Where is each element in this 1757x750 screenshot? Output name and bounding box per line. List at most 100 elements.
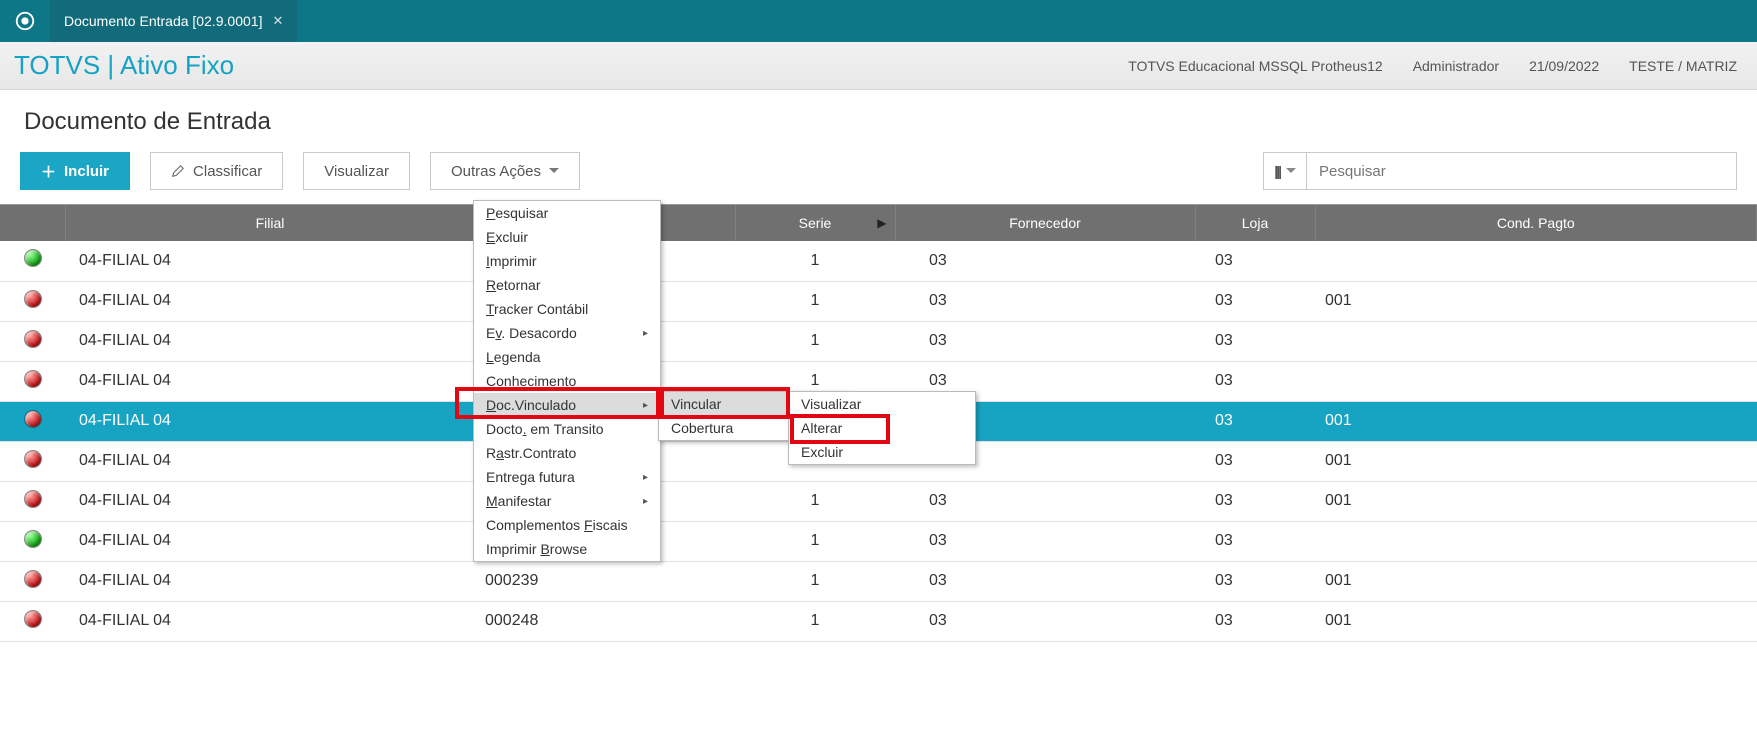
- menu-item[interactable]: Doc.Vinculado▸: [474, 393, 660, 417]
- cell-serie: 1: [735, 601, 895, 641]
- visualizar-button[interactable]: Visualizar: [303, 152, 410, 190]
- incluir-button[interactable]: ＋ Incluir: [20, 152, 130, 190]
- menu-item-label: Excluir: [486, 229, 528, 245]
- branch-label: TESTE / MATRIZ: [1623, 58, 1743, 74]
- cell-filial: 04-FILIAL 04: [65, 601, 475, 641]
- cell-filial: 04-FILIAL 04: [65, 561, 475, 601]
- cell-serie: 1: [735, 321, 895, 361]
- menu-item-label: Legenda: [486, 349, 541, 365]
- cell-loja: 03: [1195, 561, 1315, 601]
- col-serie[interactable]: Serie▶: [735, 205, 895, 241]
- toolbar: ＋ Incluir Classificar Visualizar Outras …: [0, 146, 1757, 204]
- table-row[interactable]: 04-FILIAL 0410303: [0, 321, 1757, 361]
- menu-item-label: Imprimir: [486, 253, 537, 269]
- status-dot-icon: [24, 490, 42, 508]
- col-loja[interactable]: Loja: [1195, 205, 1315, 241]
- menu-item[interactable]: Docto. em Transito: [474, 417, 660, 441]
- columns-icon: |||: [1274, 163, 1280, 179]
- menu-item-label: Excluir: [801, 444, 843, 460]
- sort-indicator-icon: ▶: [877, 216, 886, 230]
- col-fornecedor[interactable]: Fornecedor: [895, 205, 1195, 241]
- menu-item[interactable]: Rastr.Contrato: [474, 441, 660, 465]
- table-row[interactable]: 04-FILIAL 0410303001: [0, 481, 1757, 521]
- menu-item[interactable]: Pesquisar: [474, 201, 660, 225]
- cell-loja: 03: [1195, 281, 1315, 321]
- table-row[interactable]: 04-FILIAL 0410303: [0, 241, 1757, 281]
- table-row[interactable]: 04-FILIAL 0410303: [0, 521, 1757, 561]
- columns-button[interactable]: |||: [1263, 152, 1307, 190]
- status-dot-icon: [24, 410, 42, 428]
- window-tab-label: Documento Entrada [02.9.0001]: [64, 13, 262, 29]
- col-status[interactable]: [0, 205, 65, 241]
- menu-item-label: Complementos Fiscais: [486, 517, 628, 533]
- table-row[interactable]: 04-FILIAL 0410303001: [0, 281, 1757, 321]
- cell-doc: 000248: [475, 601, 735, 641]
- cell-cond-pagto: [1315, 321, 1757, 361]
- table-row[interactable]: 04-FILIAL 0400023910303001: [0, 561, 1757, 601]
- close-icon[interactable]: ✕: [272, 13, 283, 29]
- cell-fornecedor: 03: [895, 321, 1195, 361]
- visualizar-label: Visualizar: [324, 163, 389, 180]
- menu-item[interactable]: Retornar: [474, 273, 660, 297]
- menu-item[interactable]: Entrega futura▸: [474, 465, 660, 489]
- menu-item[interactable]: Tracker Contábil: [474, 297, 660, 321]
- menu-item[interactable]: Excluir: [474, 225, 660, 249]
- menu-item[interactable]: Complementos Fiscais: [474, 513, 660, 537]
- chevron-down-icon: [549, 168, 559, 178]
- cell-doc: 000239: [475, 561, 735, 601]
- menu-item[interactable]: Excluir: [789, 440, 975, 464]
- table-row[interactable]: 04-FILIAL 0400024810303001: [0, 601, 1757, 641]
- menu-item-label: Doc.Vinculado: [486, 397, 576, 413]
- menu-item[interactable]: Legenda: [474, 345, 660, 369]
- cell-serie: 1: [735, 241, 895, 281]
- menu-item-label: Conhecimento: [486, 373, 576, 389]
- chevron-right-icon: ▸: [643, 472, 648, 483]
- outras-acoes-button[interactable]: Outras Ações: [430, 152, 580, 190]
- cell-cond-pagto: 001: [1315, 281, 1757, 321]
- outras-acoes-menu[interactable]: Pesquisar Excluir Imprimir Retornar Tracker …: [473, 200, 661, 562]
- page-title: Documento de Entrada: [0, 90, 1757, 146]
- menu-item[interactable]: Imprimir Browse: [474, 537, 660, 561]
- vincular-submenu[interactable]: Visualizar Alterar Excluir: [788, 391, 976, 465]
- cell-filial: 04-FILIAL 04: [65, 281, 475, 321]
- menu-item[interactable]: Imprimir: [474, 249, 660, 273]
- cell-filial: 04-FILIAL 04: [65, 401, 475, 441]
- cell-loja: 03: [1195, 361, 1315, 401]
- cell-cond-pagto: [1315, 361, 1757, 401]
- cell-filial: 04-FILIAL 04: [65, 441, 475, 481]
- col-cond-pagto[interactable]: Cond. Pagto: [1315, 205, 1757, 241]
- menu-item-label: Alterar: [801, 420, 842, 436]
- menu-item-label: Imprimir Browse: [486, 541, 587, 557]
- menu-item[interactable]: Conhecimento: [474, 369, 660, 393]
- app-logo-icon[interactable]: [0, 0, 50, 42]
- cell-fornecedor: 03: [895, 521, 1195, 561]
- chevron-down-icon: [1286, 168, 1296, 178]
- menu-item-label: Docto. em Transito: [486, 421, 604, 437]
- menu-item[interactable]: Visualizar: [789, 392, 975, 416]
- cell-loja: 03: [1195, 521, 1315, 561]
- menu-item[interactable]: Ev. Desacordo▸: [474, 321, 660, 345]
- search-input[interactable]: [1307, 152, 1737, 190]
- status-dot-icon: [24, 610, 42, 628]
- menu-item-label: Retornar: [486, 277, 540, 293]
- col-filial[interactable]: Filial: [65, 205, 475, 241]
- cell-fornecedor: 03: [895, 601, 1195, 641]
- cell-filial: 04-FILIAL 04: [65, 481, 475, 521]
- menu-item-label: Pesquisar: [486, 205, 548, 221]
- cell-loja: 03: [1195, 441, 1315, 481]
- status-dot-icon: [24, 450, 42, 468]
- cell-fornecedor: 03: [895, 241, 1195, 281]
- outras-acoes-label: Outras Ações: [451, 163, 541, 180]
- menu-item-label: Vincular: [671, 396, 721, 412]
- status-dot-icon: [24, 570, 42, 588]
- menu-item-label: Visualizar: [801, 396, 861, 412]
- cell-loja: 03: [1195, 321, 1315, 361]
- cell-serie: 1: [735, 521, 895, 561]
- menu-item[interactable]: Alterar: [789, 416, 975, 440]
- classificar-button[interactable]: Classificar: [150, 152, 283, 190]
- cell-cond-pagto: [1315, 241, 1757, 281]
- menu-item-label: Manifestar: [486, 493, 551, 509]
- env-label: TOTVS Educacional MSSQL Protheus12: [1122, 58, 1388, 74]
- window-tab[interactable]: Documento Entrada [02.9.0001] ✕: [50, 0, 297, 42]
- menu-item[interactable]: Manifestar▸: [474, 489, 660, 513]
